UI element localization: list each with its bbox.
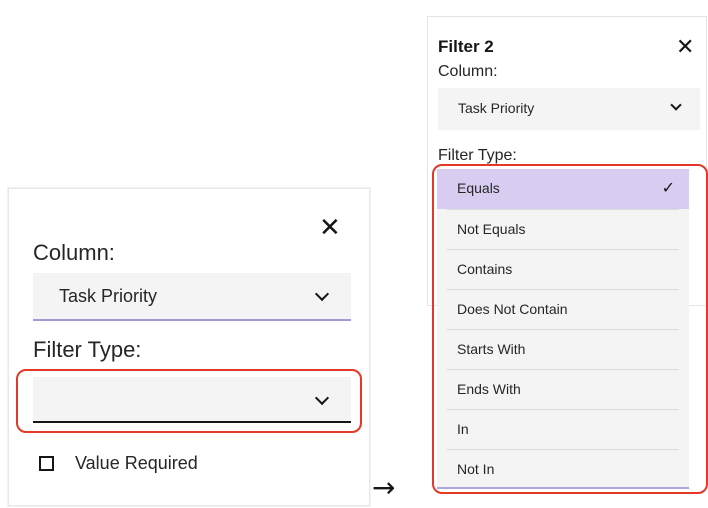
- value-required-label: Value Required: [75, 453, 198, 473]
- column-select[interactable]: Task Priority: [33, 273, 351, 321]
- panel-title: Filter 2: [438, 37, 494, 56]
- column-select[interactable]: Task Priority: [438, 88, 700, 130]
- filter-type-select[interactable]: [33, 377, 351, 423]
- highlight-outline: [432, 164, 708, 494]
- column-select-value: Task Priority: [458, 100, 535, 116]
- column-label: Column:: [33, 240, 115, 265]
- filter-panel-before: ✕ Column: Task Priority Filter Type: Val…: [8, 188, 370, 506]
- arrow-right-icon: →: [372, 471, 396, 504]
- value-required-checkbox[interactable]: [39, 456, 54, 471]
- chevron-down-icon: [670, 99, 682, 111]
- close-icon[interactable]: ✕: [319, 215, 341, 241]
- chevron-down-icon: [314, 286, 330, 302]
- filter-type-label: Filter Type:: [33, 337, 142, 362]
- column-label: Column:: [438, 63, 498, 80]
- close-icon[interactable]: ✕: [676, 37, 694, 59]
- chevron-down-icon: [314, 390, 330, 406]
- filter-type-label: Filter Type:: [438, 147, 517, 164]
- column-select-value: Task Priority: [59, 286, 158, 306]
